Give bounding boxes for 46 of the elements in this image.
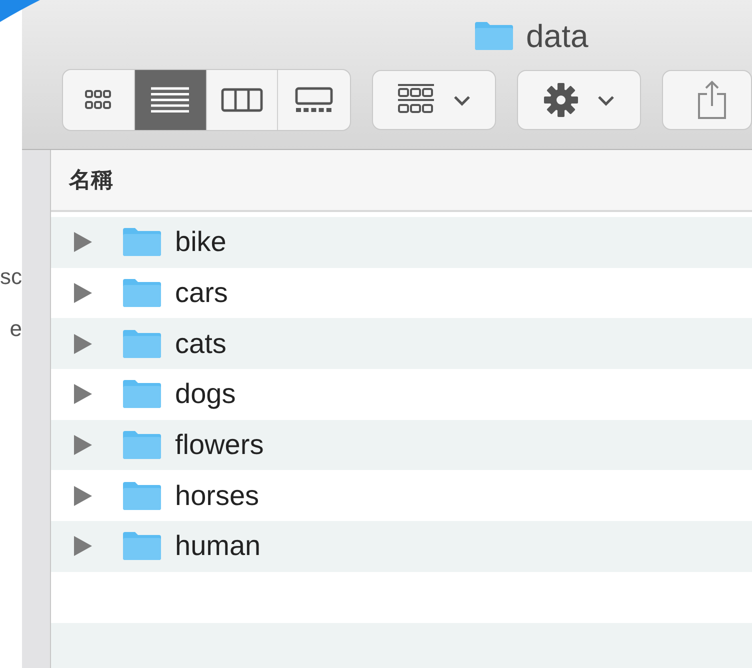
chevron-down-icon [453, 94, 471, 106]
folder-row[interactable]: dogs [51, 369, 752, 420]
folder-row[interactable]: human [51, 521, 752, 572]
disclosure-triangle-icon[interactable] [73, 434, 93, 456]
share-button[interactable] [662, 70, 752, 130]
background-text: sc [0, 263, 22, 291]
folder-icon [474, 21, 514, 51]
folder-icon [122, 531, 162, 562]
folder-row[interactable]: horses [51, 470, 752, 522]
background-text: e [10, 315, 22, 343]
folder-name: cats [175, 328, 226, 360]
disclosure-triangle-icon[interactable] [73, 231, 93, 254]
disclosure-triangle-icon[interactable] [73, 332, 93, 355]
folder-icon [122, 379, 162, 410]
swoop-shape [0, 0, 40, 22]
folder-row[interactable]: flowers [51, 420, 752, 470]
folder-icon [122, 480, 162, 511]
share-icon [697, 80, 727, 120]
folder-icon [122, 278, 162, 308]
folder-name: dogs [175, 378, 236, 410]
folder-icon [122, 430, 162, 460]
disclosure-triangle-icon[interactable] [73, 484, 93, 507]
folder-name: horses [175, 480, 260, 512]
arrange-button[interactable] [372, 70, 496, 130]
disclosure-triangle-icon[interactable] [73, 535, 93, 558]
folder-name: bike [175, 226, 226, 258]
disclosure-triangle-icon[interactable] [73, 282, 93, 304]
grid-icon [85, 89, 112, 111]
gear-icon [543, 82, 579, 118]
folder-icon [122, 328, 162, 359]
folder-icon [122, 227, 162, 258]
folder-row[interactable]: bike [51, 217, 752, 268]
chevron-down-icon [597, 94, 615, 106]
folder-row[interactable]: cats [51, 318, 752, 370]
column-header[interactable]: 名稱 [51, 150, 752, 212]
window-title: data [526, 18, 588, 54]
action-button[interactable] [517, 70, 641, 130]
list-view-button[interactable] [134, 70, 206, 130]
disclosure-triangle-icon[interactable] [73, 383, 93, 406]
columns-icon [220, 88, 263, 112]
folder-name: human [175, 530, 261, 562]
folder-name: flowers [175, 429, 264, 462]
folder-row[interactable]: cars [51, 268, 752, 318]
folder-name: cars [175, 277, 228, 310]
list-icon [151, 87, 190, 113]
gallery-icon [295, 87, 334, 113]
